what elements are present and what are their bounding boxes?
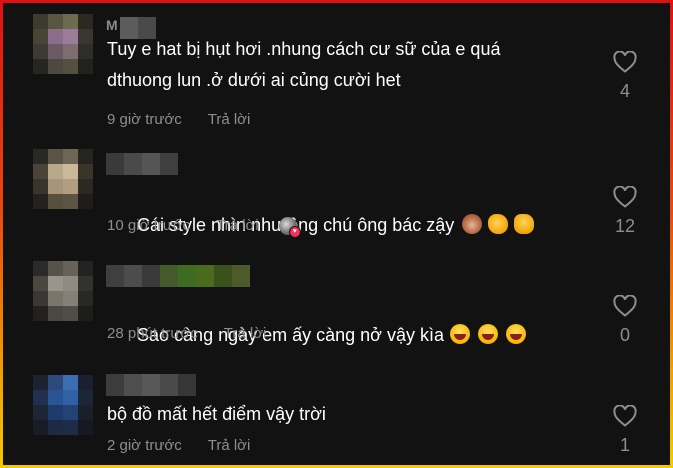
like-count: 0 xyxy=(619,325,630,345)
comment-time: 10 giờ trước xyxy=(107,217,191,234)
like-button[interactable]: 1 xyxy=(603,405,647,456)
comment-time: 28 phút trước xyxy=(107,325,198,342)
avatar[interactable] xyxy=(33,149,93,209)
clapping-hands-emoji xyxy=(488,214,509,234)
avatar[interactable] xyxy=(33,375,93,435)
heart-outline-icon xyxy=(613,186,637,208)
heart-outline-icon xyxy=(613,405,637,427)
heart-outline-icon xyxy=(613,51,637,73)
laughing-emoji xyxy=(506,324,526,344)
like-button[interactable]: 4 xyxy=(603,51,647,102)
username-redacted[interactable] xyxy=(106,374,196,396)
avatar[interactable] xyxy=(33,14,93,74)
avatar[interactable] xyxy=(33,261,93,321)
like-count: 4 xyxy=(619,81,630,101)
heart-outline-icon xyxy=(613,295,637,317)
reply-button[interactable]: Trả lời xyxy=(224,325,267,343)
username-redacted[interactable] xyxy=(106,265,250,287)
comment-meta: 9 giờ trước Trả lời xyxy=(107,111,270,129)
comment-time: 2 giờ trước xyxy=(107,437,182,454)
comment-text: Tuy e hat bị hụt hơi .nhung cách cư sữ c… xyxy=(107,39,501,90)
comment-time: 9 giờ trước xyxy=(107,111,182,128)
like-button[interactable]: 12 xyxy=(603,186,647,237)
comment-text: bộ đồ mất hết điểm vậy trời xyxy=(107,404,326,424)
like-count: 12 xyxy=(614,216,636,236)
username-redacted[interactable] xyxy=(106,153,178,175)
see-no-evil-monkey-emoji xyxy=(462,214,483,234)
comment-list: M Tuy e hat bị hụt hơi .nhung cách cư sữ… xyxy=(3,3,670,465)
like-count: 1 xyxy=(619,435,630,455)
reply-button[interactable]: Trả lời xyxy=(216,217,259,235)
heart-badge-icon: ♥ xyxy=(288,226,301,238)
thumbs-up-emoji xyxy=(514,214,535,234)
comment-meta: 2 giờ trước Trả lời xyxy=(107,437,270,455)
comment-meta: 10 giờ trước Trả lời ♥ xyxy=(107,217,301,238)
reply-button[interactable]: Trả lời xyxy=(208,437,251,455)
creator-liked-badge: ♥ xyxy=(278,217,301,238)
comment-meta: 28 phút trước Trả lời xyxy=(107,325,286,343)
like-button[interactable]: 0 xyxy=(603,295,647,346)
reply-button[interactable]: Trả lời xyxy=(208,111,251,129)
laughing-emoji xyxy=(478,324,498,344)
laughing-emoji xyxy=(450,324,470,344)
